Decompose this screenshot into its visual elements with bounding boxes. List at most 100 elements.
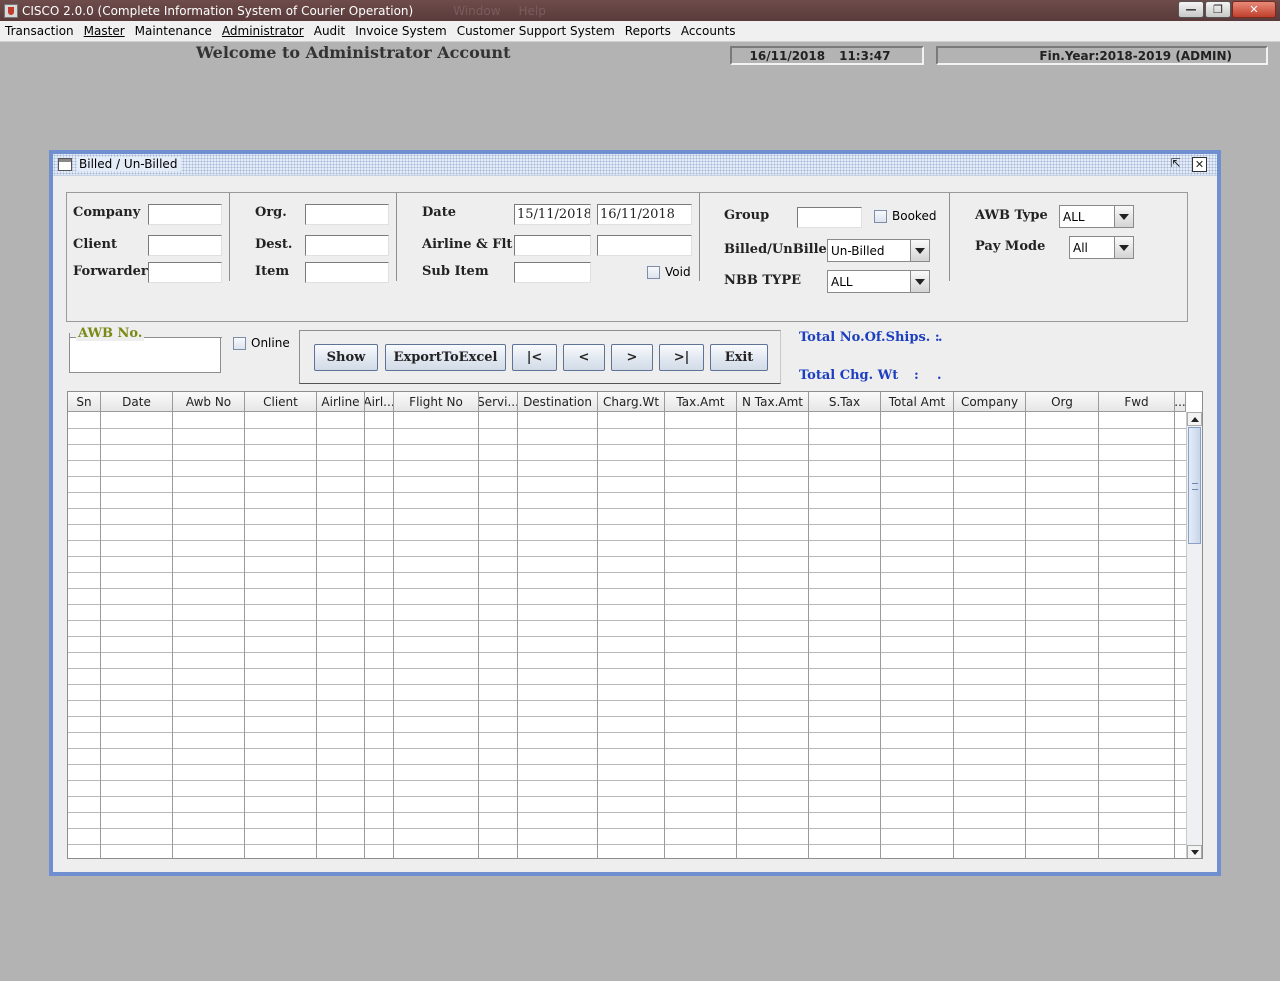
- chevron-down-icon[interactable]: [910, 240, 929, 261]
- airline-flt-label: Airline & Flt: [422, 237, 513, 252]
- menu-administrator[interactable]: Administrator: [218, 24, 308, 38]
- subitem-input[interactable]: [514, 262, 591, 283]
- window-title: CISCO 2.0.0 (Complete Information System…: [22, 3, 414, 18]
- scroll-down-icon[interactable]: [1187, 845, 1202, 858]
- group-label: Group: [724, 208, 770, 223]
- frame-title: Billed / Un-Billed: [77, 157, 182, 171]
- table-header: Sn Date Awb No Client Airline Airl... Flight N…: [68, 392, 1186, 412]
- nbb-type-select[interactable]: ALL: [827, 270, 930, 293]
- menu-customer-support[interactable]: Customer Support System: [453, 24, 619, 38]
- menu-reports[interactable]: Reports: [621, 24, 675, 38]
- window-titlebar: CISCO 2.0.0 (Complete Information System…: [0, 0, 1280, 21]
- previous-record-button[interactable]: <: [563, 344, 605, 371]
- group-input[interactable]: [797, 207, 862, 228]
- awb-type-label: AWB Type: [975, 208, 1048, 223]
- forwarder-input[interactable]: [148, 262, 222, 283]
- menu-invoice-system[interactable]: Invoice System: [351, 24, 450, 38]
- restore-icon[interactable]: ⇱: [1168, 157, 1183, 172]
- column-header[interactable]: Client: [245, 392, 317, 412]
- total-chg-wt-colon: :: [914, 368, 919, 383]
- frame-titlebar[interactable]: Billed / Un-Billed ⇱ ✕: [53, 154, 1217, 176]
- column-header[interactable]: Flight No: [394, 392, 479, 412]
- online-checkbox[interactable]: Online: [233, 336, 290, 350]
- column-header[interactable]: Fwd: [1099, 392, 1175, 412]
- column-header[interactable]: Org: [1026, 392, 1099, 412]
- column-header[interactable]: N Tax.Amt: [737, 392, 809, 412]
- welcome-heading: Welcome to Administrator Account: [196, 43, 511, 62]
- close-button[interactable]: ✕: [1232, 1, 1276, 18]
- next-record-button[interactable]: >: [611, 344, 653, 371]
- last-record-button[interactable]: >|: [659, 344, 704, 371]
- column-header[interactable]: Total Amt: [881, 392, 954, 412]
- online-checkbox-box[interactable]: [233, 336, 246, 350]
- column-header[interactable]: Tax.Amt: [665, 392, 737, 412]
- void-checkbox[interactable]: Void: [647, 265, 691, 279]
- first-record-button[interactable]: |<: [512, 344, 557, 371]
- separator: [949, 193, 950, 281]
- column-header[interactable]: Awb No: [173, 392, 245, 412]
- column-header[interactable]: S.Tax: [809, 392, 881, 412]
- dest-input[interactable]: [305, 235, 389, 256]
- menu-transaction[interactable]: Transaction: [1, 24, 78, 38]
- billed-unbilled-value: Un-Billed: [831, 243, 885, 258]
- total-ships-value: .: [938, 330, 943, 345]
- item-input[interactable]: [305, 262, 389, 283]
- client-input[interactable]: [148, 235, 222, 256]
- airline-input[interactable]: [514, 235, 591, 256]
- column-header[interactable]: Charg.Wt: [598, 392, 665, 412]
- scroll-thumb[interactable]: [1188, 427, 1201, 544]
- current-date: 16/11/2018: [749, 48, 826, 63]
- java-app-icon: [4, 3, 18, 18]
- column-header[interactable]: Airl...: [365, 392, 394, 412]
- column-header[interactable]: Sn: [68, 392, 101, 412]
- dest-label: Dest.: [255, 237, 293, 252]
- column-header[interactable]: Company: [954, 392, 1026, 412]
- org-label: Org.: [255, 205, 287, 220]
- subitem-label: Sub Item: [422, 264, 489, 279]
- pay-mode-value: All: [1073, 240, 1088, 255]
- billed-unbilled-select[interactable]: Un-Billed: [827, 239, 930, 262]
- minimize-button[interactable]: —: [1178, 1, 1204, 18]
- frame-window-icon: [58, 158, 72, 171]
- show-button[interactable]: Show: [314, 344, 378, 371]
- menu-accounts[interactable]: Accounts: [677, 24, 740, 38]
- table-scrollbar[interactable]: [1186, 412, 1202, 858]
- awb-type-select[interactable]: ALL: [1059, 205, 1134, 228]
- menu-audit[interactable]: Audit: [310, 24, 349, 38]
- separator: [229, 193, 230, 281]
- column-header[interactable]: Destination: [518, 392, 598, 412]
- flight-input[interactable]: [597, 235, 692, 256]
- pay-mode-select[interactable]: All: [1069, 236, 1134, 259]
- maximize-button[interactable]: ❐: [1205, 1, 1231, 18]
- column-header[interactable]: ...: [1175, 392, 1186, 412]
- exit-button[interactable]: Exit: [710, 344, 768, 371]
- frame-close-icon[interactable]: ✕: [1192, 157, 1207, 172]
- date-to-input[interactable]: 16/11/2018: [597, 204, 692, 225]
- ghost-menu-window: Window: [453, 3, 501, 18]
- table-body[interactable]: [68, 412, 1186, 859]
- results-table: Sn Date Awb No Client Airline Airl... Flight N…: [67, 391, 1203, 859]
- action-button-panel: Show ExportToExcel |< < > >| Exit: [299, 330, 781, 384]
- date-from-input[interactable]: 15/11/2018: [514, 204, 591, 225]
- menu-master[interactable]: Master: [80, 24, 129, 38]
- export-to-excel-button[interactable]: ExportToExcel: [385, 344, 506, 371]
- column-header[interactable]: Airline: [317, 392, 365, 412]
- awb-number-label: AWB No.: [76, 326, 145, 341]
- billed-unbilled-window: Billed / Un-Billed ⇱ ✕ Company Client Fo…: [49, 150, 1221, 876]
- org-input[interactable]: [305, 204, 389, 225]
- awb-number-input[interactable]: AWB No.: [69, 326, 222, 373]
- booked-label: Booked: [892, 209, 937, 223]
- scroll-up-icon[interactable]: [1187, 412, 1202, 426]
- booked-checkbox-box[interactable]: [874, 209, 887, 223]
- company-label: Company: [73, 205, 141, 220]
- chevron-down-icon[interactable]: [1114, 206, 1133, 227]
- company-input[interactable]: [148, 204, 222, 225]
- menu-maintenance[interactable]: Maintenance: [131, 24, 216, 38]
- chevron-down-icon[interactable]: [1114, 237, 1133, 258]
- void-checkbox-box[interactable]: [647, 265, 660, 279]
- chevron-down-icon[interactable]: [910, 271, 929, 292]
- nbb-type-label: NBB TYPE: [724, 273, 802, 288]
- column-header[interactable]: Date: [101, 392, 173, 412]
- booked-checkbox[interactable]: Booked: [874, 209, 936, 223]
- column-header[interactable]: Servi...: [479, 392, 518, 412]
